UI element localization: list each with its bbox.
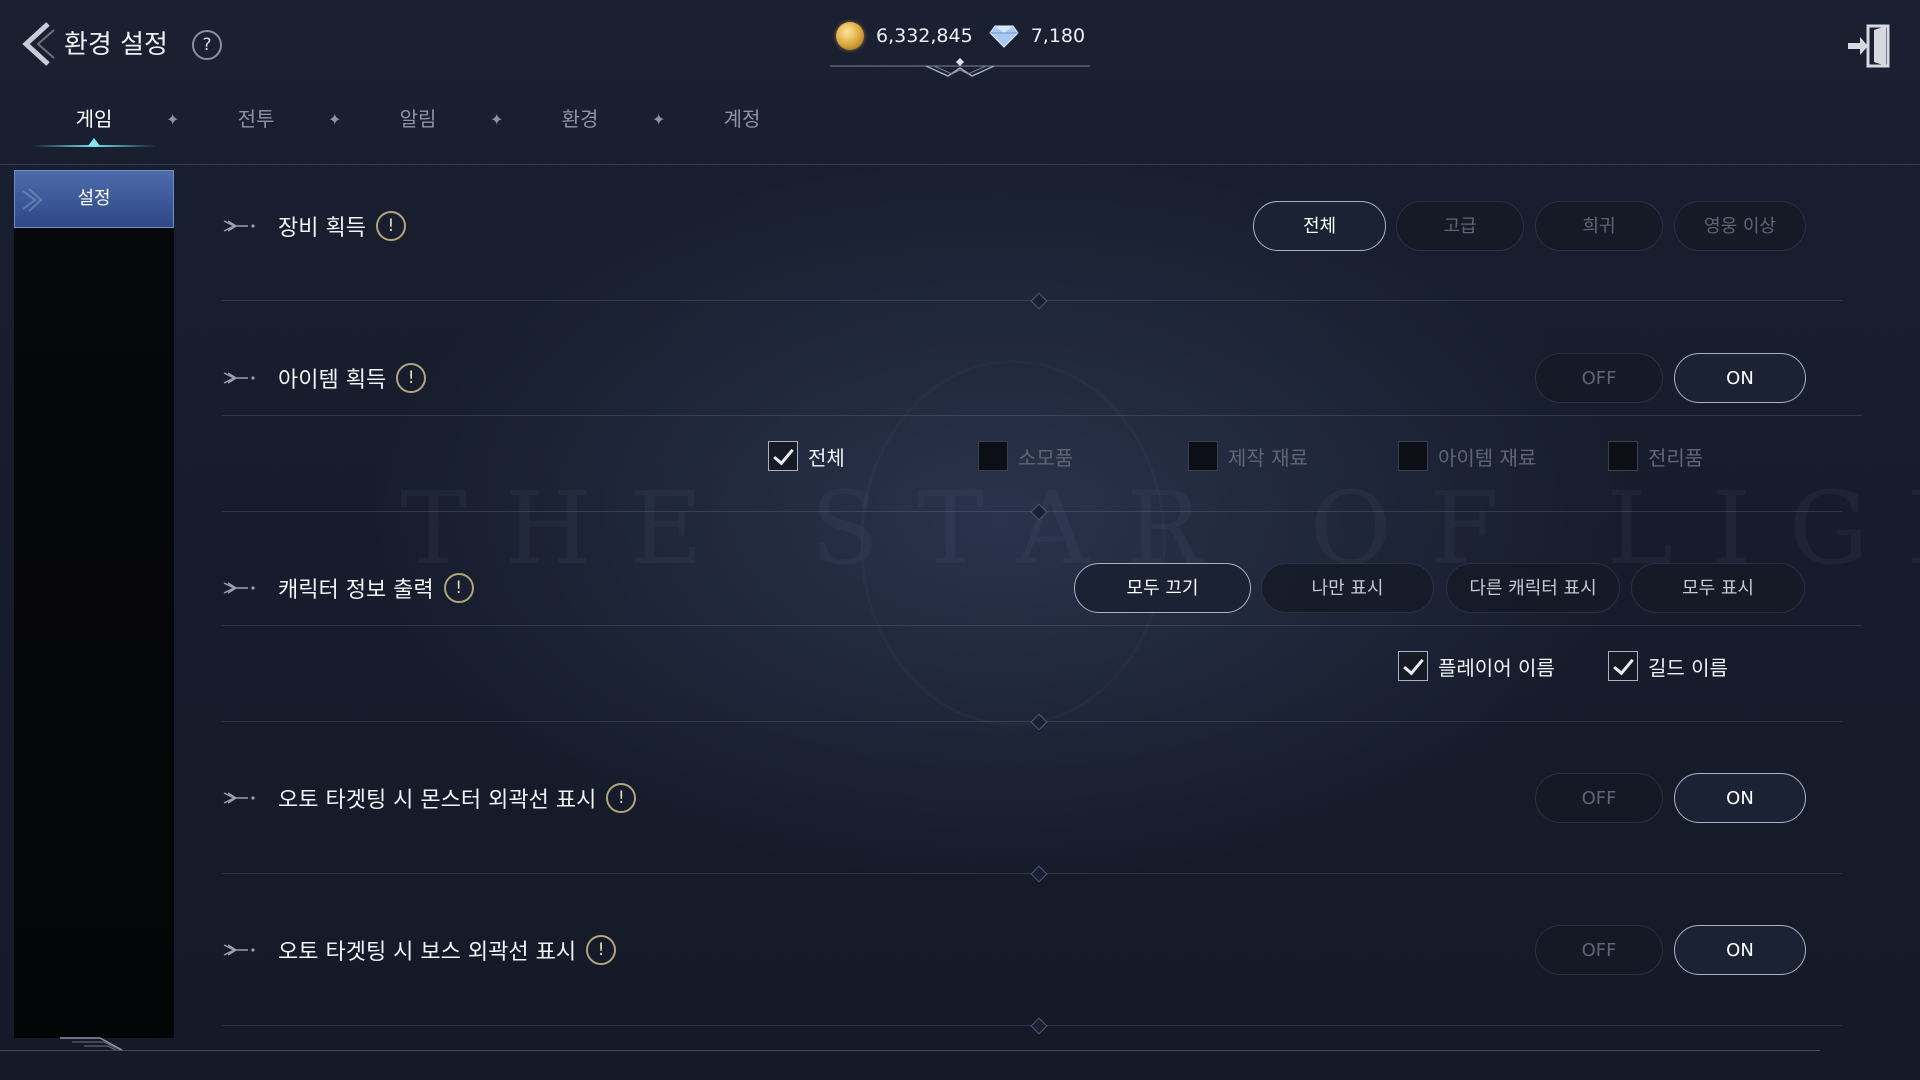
equipment-option-hero[interactable]: 영웅 이상: [1674, 201, 1806, 251]
filter-all-checkbox[interactable]: [768, 441, 798, 471]
wing-emblem-icon: [22, 188, 43, 212]
top-bar: 환경 설정 ? 6,332,845 7,180: [0, 0, 1920, 90]
tab-combat[interactable]: 전투: [186, 98, 326, 140]
tab-label: 게임: [75, 107, 113, 131]
setting-title: 오토 타겟팅 시 몬스터 외곽선 표시: [278, 788, 597, 813]
divider-ornament: [1030, 865, 1048, 883]
tab-label: 환경: [561, 107, 599, 131]
help-button[interactable]: ?: [192, 30, 222, 60]
check-label: 플레이어 이름: [1438, 655, 1555, 680]
info-icon[interactable]: !: [443, 573, 474, 603]
ornament-key-icon: [223, 220, 255, 232]
row-divider: [222, 415, 1862, 416]
filter-loot[interactable]: 전리품: [1608, 441, 1703, 471]
charinfo-option-show-all[interactable]: 모두 표시: [1631, 563, 1805, 613]
tab-label: 알림: [399, 107, 437, 131]
divider-ornament: [1030, 503, 1048, 521]
setting-character-info: 캐릭터 정보 출력 !: [222, 572, 474, 604]
charinfo-option-other-characters[interactable]: 다른 캐릭터 표시: [1446, 563, 1620, 613]
setting-item-acquire: 아이템 획득 !: [222, 362, 427, 394]
setting-boss-outline: 오토 타겟팅 시 보스 외곽선 표시 !: [222, 934, 617, 966]
divider-ornament: [1030, 1017, 1048, 1035]
item-off-button[interactable]: OFF: [1535, 353, 1663, 403]
sidebar-item-settings[interactable]: 설정: [14, 170, 174, 228]
tab-notification[interactable]: 알림: [348, 98, 488, 140]
boss-outline-off-button[interactable]: OFF: [1535, 925, 1663, 975]
show-player-name[interactable]: 플레이어 이름: [1398, 651, 1555, 681]
setting-title: 장비 획득: [278, 216, 366, 241]
exit-door-icon: [1848, 24, 1890, 68]
sidebar: 설정: [14, 170, 174, 1038]
bottom-divider: [0, 1050, 1820, 1051]
tab-separator-icon: ✦: [490, 110, 504, 129]
setting-title: 아이템 획득: [278, 368, 387, 393]
ornament-key-icon: [223, 372, 255, 384]
currency-bar: 6,332,845 7,180: [836, 22, 1101, 50]
gold-amount: 6,332,845: [876, 25, 973, 47]
tab-account[interactable]: 계정: [672, 98, 812, 140]
gem-amount: 7,180: [1030, 25, 1086, 47]
setting-equipment: 장비 획득 !: [222, 210, 406, 242]
chevron-left-icon: [22, 22, 55, 66]
setting-title: 캐릭터 정보 출력: [278, 578, 434, 603]
tab-bar-divider: [0, 164, 1920, 165]
filter-item-material[interactable]: 아이템 재료: [1398, 441, 1536, 471]
charinfo-option-all-off[interactable]: 모두 끄기: [1074, 563, 1251, 613]
filter-all[interactable]: 전체: [768, 441, 845, 471]
setting-title: 오토 타겟팅 시 보스 외곽선 표시: [278, 940, 577, 965]
filter-label: 전체: [808, 445, 845, 470]
monster-outline-on-button[interactable]: ON: [1674, 773, 1806, 823]
tab-separator-icon: ✦: [166, 110, 180, 129]
filter-crafting-material[interactable]: 제작 재료: [1188, 441, 1308, 471]
info-icon[interactable]: !: [586, 935, 617, 965]
info-icon[interactable]: !: [606, 783, 637, 813]
divider-ornament: [1030, 292, 1048, 310]
show-guild-name[interactable]: 길드 이름: [1608, 651, 1728, 681]
monster-outline-off-button[interactable]: OFF: [1535, 773, 1663, 823]
tab-active-marker: [88, 138, 100, 146]
guild-name-checkbox[interactable]: [1608, 651, 1638, 681]
filter-label: 아이템 재료: [1438, 445, 1537, 470]
tab-separator-icon: ✦: [652, 110, 666, 129]
ornament-key-icon: [223, 944, 255, 956]
equipment-option-rare[interactable]: 희귀: [1535, 201, 1663, 251]
player-name-checkbox[interactable]: [1398, 651, 1428, 681]
info-icon[interactable]: !: [375, 211, 406, 241]
equipment-option-advanced[interactable]: 고급: [1396, 201, 1524, 251]
filter-label: 제작 재료: [1228, 445, 1308, 470]
ornament-key-icon: [223, 792, 255, 804]
gold-coin-icon: [836, 22, 864, 50]
tab-separator-icon: ✦: [328, 110, 342, 129]
back-button[interactable]: [18, 20, 58, 68]
sidebar-item-label: 설정: [77, 188, 111, 209]
diamond-gem-icon: [989, 25, 1019, 48]
filter-item-material-checkbox[interactable]: [1398, 441, 1428, 471]
tab-bar: 게임 ✦ 전투 ✦ 알림 ✦ 환경 ✦ 계정: [24, 98, 1920, 148]
tab-label: 전투: [237, 107, 275, 131]
exit-button[interactable]: [1846, 24, 1894, 68]
filter-label: 소모품: [1018, 445, 1074, 470]
tab-game[interactable]: 게임: [24, 98, 164, 147]
tab-label: 계정: [723, 107, 761, 131]
row-divider: [222, 625, 1862, 626]
filter-loot-checkbox[interactable]: [1608, 441, 1638, 471]
divider-ornament: [1030, 713, 1048, 731]
currency-ornament: [830, 58, 1090, 77]
filter-crafting-material-checkbox[interactable]: [1188, 441, 1218, 471]
page-title: 환경 설정: [64, 30, 168, 60]
ornament-key-icon: [223, 582, 255, 594]
tab-environment[interactable]: 환경: [510, 98, 650, 140]
filter-consumable[interactable]: 소모품: [978, 441, 1073, 471]
equipment-option-all[interactable]: 전체: [1253, 201, 1386, 251]
item-on-button[interactable]: ON: [1674, 353, 1806, 403]
filter-consumable-checkbox[interactable]: [978, 441, 1008, 471]
boss-outline-on-button[interactable]: ON: [1674, 925, 1806, 975]
charinfo-option-only-me[interactable]: 나만 표시: [1261, 563, 1434, 613]
setting-monster-outline: 오토 타겟팅 시 몬스터 외곽선 표시 !: [222, 782, 637, 814]
filter-label: 전리품: [1648, 445, 1704, 470]
info-icon[interactable]: !: [396, 363, 427, 393]
check-label: 길드 이름: [1648, 655, 1728, 680]
